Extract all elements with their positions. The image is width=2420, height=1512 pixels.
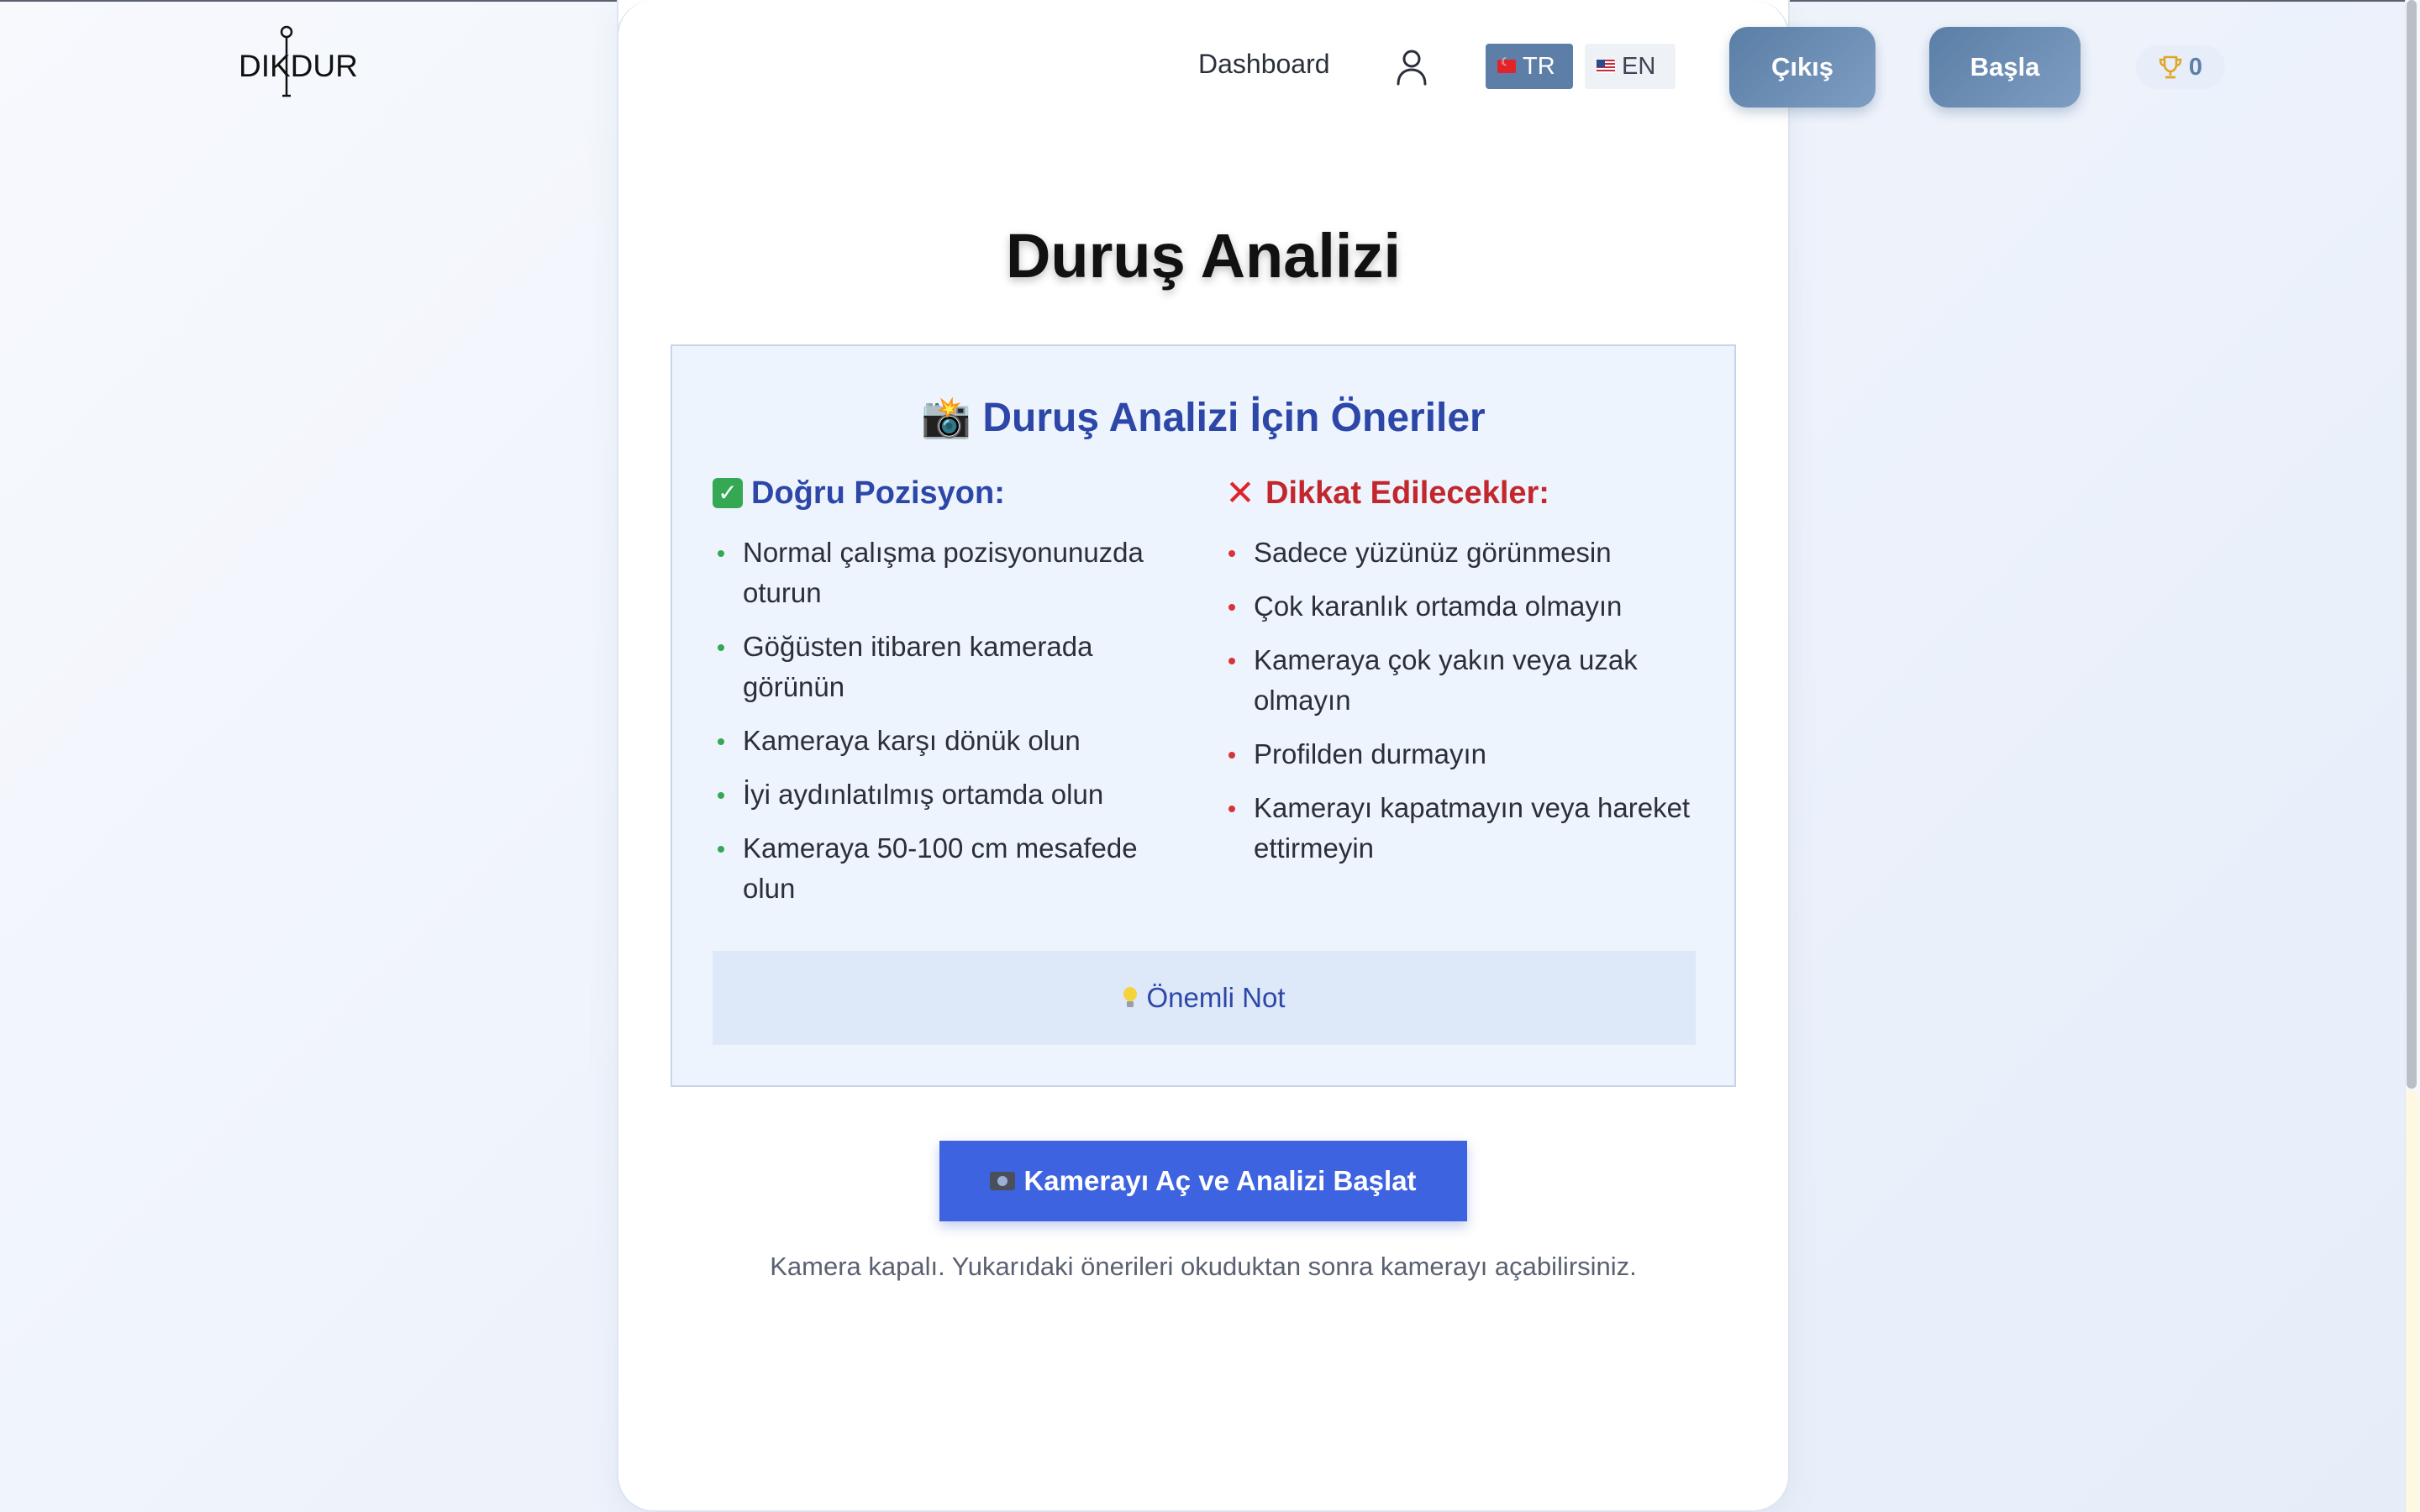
user-profile-button[interactable] (1393, 47, 1430, 87)
list-item: Kameraya 50-100 cm mesafede olun (713, 828, 1183, 909)
language-tr-button[interactable]: TR (1486, 44, 1573, 89)
important-note-toggle[interactable]: Önemli Not (713, 951, 1696, 1045)
list-item: Profilden durmayın (1223, 734, 1694, 774)
list-item: İyi aydınlatılmış ortamda olun (713, 774, 1183, 815)
recommendations-title: 📸 Duruş Analizi İçin Öneriler (672, 393, 1734, 441)
list-item: Kameraya karşı dönük olun (713, 721, 1183, 761)
camera-status-text: Kamera kapalı. Yukarıdaki önerileri okud… (770, 1252, 1637, 1281)
list-item: Çok karanlık ortamda olmayın (1223, 586, 1694, 627)
dikdur-logo[interactable]: DIKDUR (239, 25, 358, 101)
score-value: 0 (2188, 53, 2203, 81)
important-note-label: Önemli Not (1146, 982, 1286, 1013)
us-flag-icon (1597, 60, 1615, 73)
avoid-heading: ✕ Dikkat Edilecekler: (1223, 472, 1694, 514)
list-item: Kamerayı kapatmayın veya hareket ettirme… (1223, 788, 1694, 869)
logo-text: DIKDUR (239, 49, 358, 83)
language-en-label: EN (1622, 52, 1656, 80)
user-icon (1397, 50, 1427, 86)
trophy-icon (2159, 55, 2182, 79)
correct-position-list: Normal çalışma pozisyonunuzda oturun Göğ… (713, 533, 1183, 909)
avoid-list: Sadece yüzünüz görünmesin Çok karanlık o… (1223, 533, 1694, 869)
avoid-heading-text: Dikkat Edilecekler: (1265, 475, 1549, 511)
list-item: Sadece yüzünüz görünmesin (1223, 533, 1694, 573)
correct-position-column: ✓ Doğru Pozisyon: Normal çalışma pozisyo… (713, 472, 1183, 922)
avoid-column: ✕ Dikkat Edilecekler: Sadece yüzünüz gör… (1223, 472, 1694, 882)
nav-dashboard-link[interactable]: Dashboard (1198, 49, 1330, 80)
list-item: Normal çalışma pozisyonunuzda oturun (713, 533, 1183, 613)
check-icon: ✓ (713, 478, 743, 508)
open-camera-button[interactable]: Kamerayı Aç ve Analizi Başlat (939, 1141, 1467, 1221)
exit-button[interactable]: Çıkış (1729, 27, 1876, 108)
tr-flag-icon (1497, 55, 1516, 73)
scrollbar-thumb[interactable] (2407, 0, 2417, 1089)
page-title: Duruş Analizi (1005, 221, 1402, 291)
recommendations-panel: 📸 Duruş Analizi İçin Öneriler ✓ Doğru Po… (671, 344, 1736, 1087)
lightbulb-icon (1123, 987, 1138, 1009)
score-badge[interactable]: 0 (2136, 45, 2225, 89)
list-item: Kameraya çok yakın veya uzak olmayın (1223, 640, 1694, 721)
start-button[interactable]: Başla (1929, 27, 2081, 108)
language-tr-label: TR (1523, 52, 1555, 80)
scrollbar-lower-area (2407, 1092, 2418, 1512)
correct-position-heading: ✓ Doğru Pozisyon: (713, 472, 1183, 514)
recommendations-title-text: Duruş Analizi İçin Öneriler (982, 396, 1486, 440)
camera-flash-icon: 📸 (921, 396, 972, 440)
video-camera-icon (990, 1172, 1016, 1190)
correct-position-heading-text: Doğru Pozisyon: (751, 475, 1005, 511)
cross-icon: ✕ (1225, 473, 1255, 512)
list-item: Göğüsten itibaren kamerada görünün (713, 627, 1183, 707)
open-camera-button-label: Kamerayı Aç ve Analizi Başlat (1023, 1165, 1417, 1196)
language-en-button[interactable]: EN (1585, 44, 1676, 89)
